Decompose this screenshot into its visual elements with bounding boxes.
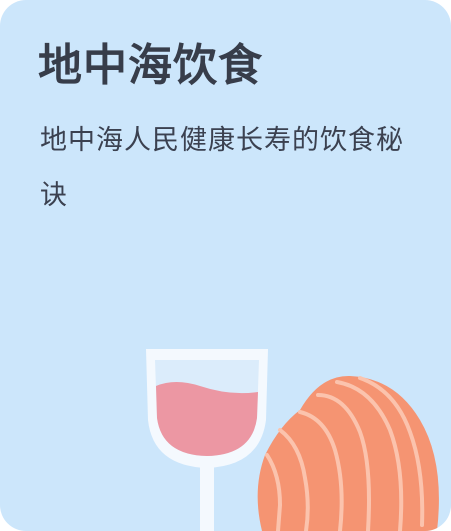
wine-glass-icon	[146, 349, 268, 531]
card-illustration	[146, 349, 439, 531]
mediterranean-diet-card[interactable]: 地中海饮食 地中海人民健康长寿的饮食秘诀	[0, 0, 451, 531]
salmon-icon	[257, 375, 439, 531]
